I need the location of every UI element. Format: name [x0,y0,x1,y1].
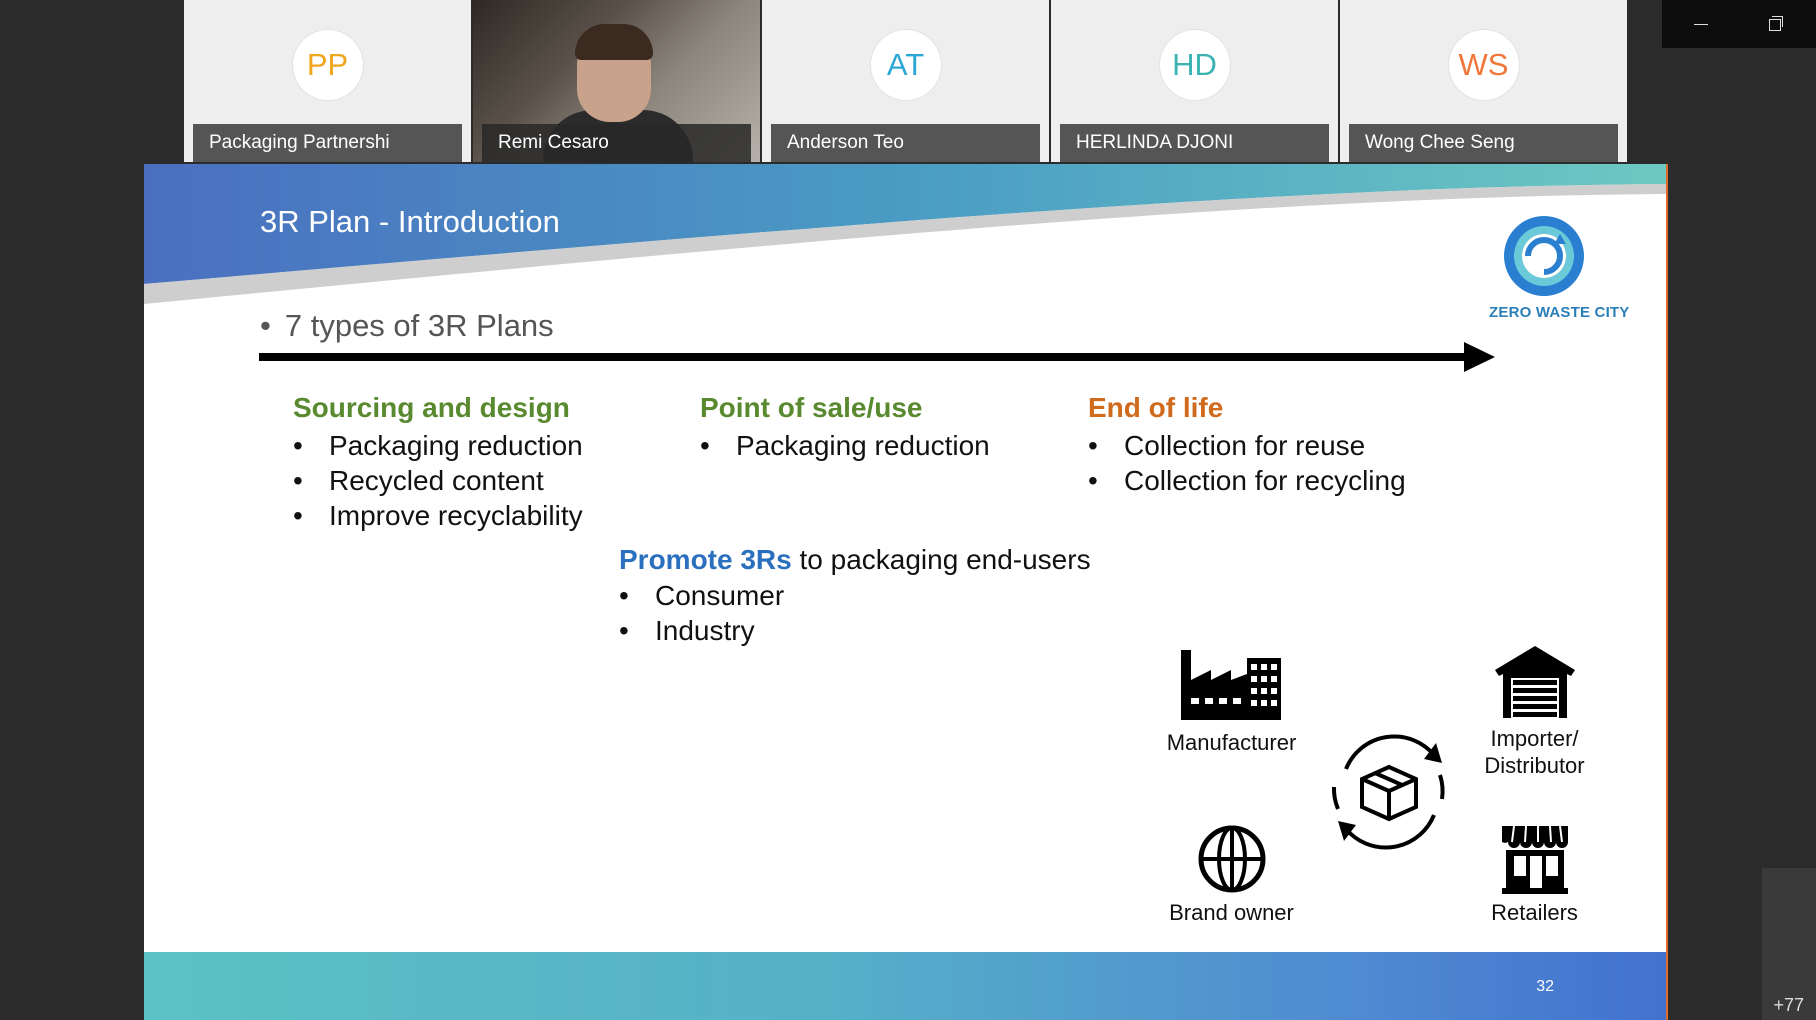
promote-list: Consumer Industry [619,578,1091,648]
avatar: PP [292,30,363,100]
video-hair [575,24,653,60]
slide-footer: 32 [144,952,1668,1020]
window-controls [1662,0,1816,48]
list-item: Recycled content [293,463,583,498]
list-item: Collection for recycling [1088,463,1406,498]
stakeholder-label: Manufacturer [1166,730,1297,755]
avatar: HD [1159,30,1230,100]
bullet-dot: • [260,308,271,343]
store-icon [1501,825,1568,894]
list-item: Consumer [619,578,1091,613]
column-heading: Sourcing and design [293,392,570,423]
list-item: Improve recyclability [293,498,583,533]
page-number: 32 [1536,978,1554,995]
promote-keyword: Promote 3Rs [619,544,792,575]
column-heading: End of life [1088,392,1224,423]
column-point-of-sale: Point of sale/use Packaging reduction [700,392,990,463]
participant-name: HERLINDA DJONI [1060,124,1329,162]
participant-tile[interactable]: PP Packaging Partnershi [184,0,471,162]
participant-tile[interactable]: AT Anderson Teo [762,0,1049,162]
stakeholder-brand-owner: Brand owner [1159,824,1304,926]
globe-icon [1198,825,1265,893]
restore-icon[interactable] [1739,0,1816,48]
list-item: Industry [619,613,1091,648]
avatar: AT [870,30,941,100]
participant-name: Packaging Partnershi [193,124,462,162]
stakeholder-importer: Importer/ Distributor [1462,644,1607,779]
timeline-arrow [259,342,1495,372]
minimize-icon[interactable] [1662,0,1739,48]
participant-tile-video[interactable]: Remi Cesaro [473,0,760,162]
slide-title: 3R Plan - Introduction [260,204,560,239]
stakeholder-label: Importer/ [1490,726,1579,751]
more-participants-button[interactable]: +77 [1762,868,1816,1020]
promote-headline: Promote 3Rs to packaging end-users [619,544,1091,576]
list-item: Packaging reduction [700,428,990,463]
participant-name: Anderson Teo [771,124,1040,162]
promote-rest: to packaging end-users [791,544,1091,575]
column-heading: Point of sale/use [700,392,923,423]
stakeholder-retailers: Retailers [1462,820,1607,926]
logo-text: ZERO WASTE CITY [1489,304,1630,321]
factory-icon [1180,650,1281,720]
stakeholder-label: Distributor [1484,753,1585,778]
more-participants-count: +77 [1773,995,1804,1015]
recycle-cycle [1324,729,1454,860]
recycle-box-icon [1331,734,1445,850]
list-item: Packaging reduction [293,428,583,463]
stakeholder-manufacturer: Manufacturer [1159,644,1304,756]
participant-tile[interactable]: WS Wong Chee Seng [1340,0,1627,162]
stakeholder-label: Retailers [1491,900,1578,925]
participant-strip: PP Packaging Partnershi Remi Cesaro AT A… [184,0,1630,162]
slide-border [1666,164,1668,1020]
intro-bullet: • 7 types of 3R Plans [260,308,554,344]
stakeholder-label: Brand owner [1169,900,1294,925]
column-sourcing-design: Sourcing and design Packaging reduction … [293,392,583,533]
column-end-of-life: End of life Collection for reuse Collect… [1088,392,1406,498]
shared-slide: 3R Plan - Introduction ZERO WASTE CITY •… [144,164,1668,1020]
warehouse-icon [1494,646,1575,718]
promote-section: Promote 3Rs to packaging end-users Consu… [619,544,1091,648]
participant-name: Remi Cesaro [482,124,751,162]
intro-text: 7 types of 3R Plans [284,308,554,343]
zero-waste-city-logo: ZERO WASTE CITY [1489,214,1630,321]
participant-name: Wong Chee Seng [1349,124,1618,162]
recycle-logo-icon [1504,216,1584,296]
participant-tile[interactable]: HD HERLINDA DJONI [1051,0,1338,162]
list-item: Collection for reuse [1088,428,1406,463]
avatar: WS [1448,30,1519,100]
